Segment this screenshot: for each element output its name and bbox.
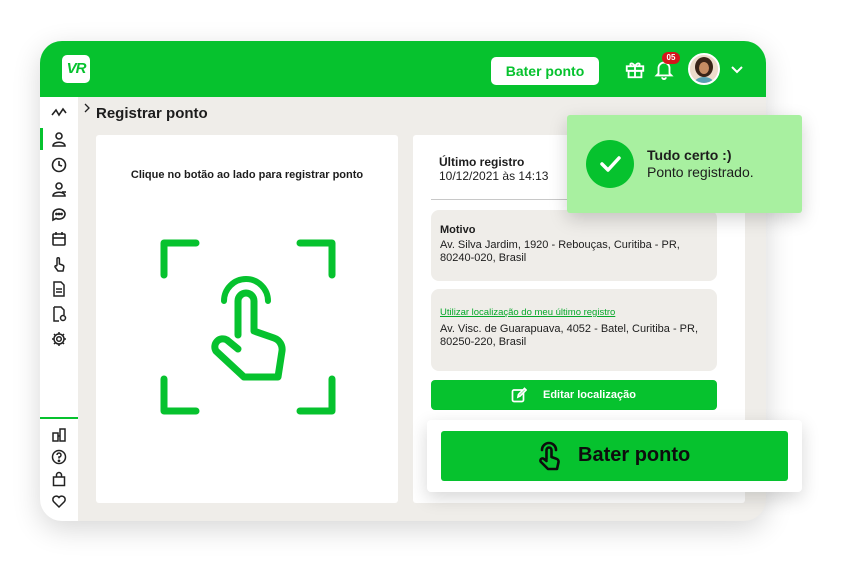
activity-icon[interactable] xyxy=(51,105,67,121)
check-circle-icon xyxy=(586,140,634,188)
clock-in-button[interactable]: Bater ponto xyxy=(441,431,788,481)
top-bar: VR Bater ponto 05 xyxy=(40,41,766,97)
punch-instruction: Clique no botão ao lado para registrar p… xyxy=(130,169,364,181)
hand-pointer-icon[interactable] xyxy=(51,256,67,272)
user-group-icon[interactable] xyxy=(51,181,67,197)
document-settings-icon[interactable] xyxy=(51,306,67,322)
notification-badge: 05 xyxy=(662,52,680,64)
network-icon[interactable] xyxy=(51,427,67,443)
bag-icon[interactable] xyxy=(51,471,67,487)
clock-in-label: Bater ponto xyxy=(578,444,691,466)
punch-panel: Clique no botão ao lado para registrar p… xyxy=(96,135,398,503)
avatar[interactable] xyxy=(688,53,720,85)
reason-address: Av. Silva Jardim, 1920 - Rebouças, Curit… xyxy=(440,239,680,264)
use-last-location-link[interactable]: Utilizar localização do meu último regis… xyxy=(440,307,615,318)
clock-in-panel: Bater ponto xyxy=(427,420,802,492)
user-icon[interactable] xyxy=(51,131,67,147)
edit-location-label: Editar localização xyxy=(543,389,636,401)
help-icon[interactable] xyxy=(51,449,67,465)
edit-icon xyxy=(511,387,527,403)
gift-icon[interactable] xyxy=(624,58,646,80)
last-record-time: 10/12/2021 às 14:13 xyxy=(439,169,549,183)
hand-pointer-icon xyxy=(539,441,560,471)
last-location-address: Av. Visc. de Guarapuava, 4052 - Batel, C… xyxy=(440,323,699,348)
toast-title: Tudo certo :) xyxy=(647,147,732,163)
page-title: Registrar ponto xyxy=(96,105,208,122)
edit-location-button[interactable]: Editar localização xyxy=(431,380,717,410)
reason-label: Motivo xyxy=(440,224,476,236)
clock-icon[interactable] xyxy=(51,157,67,173)
sidebar-active-indicator xyxy=(40,128,43,150)
document-icon[interactable] xyxy=(51,281,67,297)
expand-sidebar-icon[interactable] xyxy=(83,103,91,113)
touch-scan-icon xyxy=(160,239,336,415)
vr-logo[interactable]: VR xyxy=(62,55,90,83)
chevron-down-icon[interactable] xyxy=(730,65,744,75)
header-clock-button[interactable]: Bater ponto xyxy=(491,57,599,85)
chat-icon[interactable] xyxy=(51,206,67,222)
sidebar xyxy=(40,97,78,521)
last-record-title: Último registro xyxy=(439,155,525,169)
avatar-image xyxy=(690,55,718,83)
calendar-icon[interactable] xyxy=(51,231,67,247)
gear-icon[interactable] xyxy=(51,331,67,347)
reason-box: Motivo Av. Silva Jardim, 1920 - Rebouças… xyxy=(431,210,717,281)
sidebar-separator xyxy=(40,417,78,419)
heart-icon[interactable] xyxy=(51,493,67,509)
success-toast: Tudo certo :) Ponto registrado. xyxy=(567,115,802,213)
toast-message: Ponto registrado. xyxy=(647,164,754,180)
check-icon xyxy=(600,156,621,172)
last-location-box: Utilizar localização do meu último regis… xyxy=(431,289,717,371)
